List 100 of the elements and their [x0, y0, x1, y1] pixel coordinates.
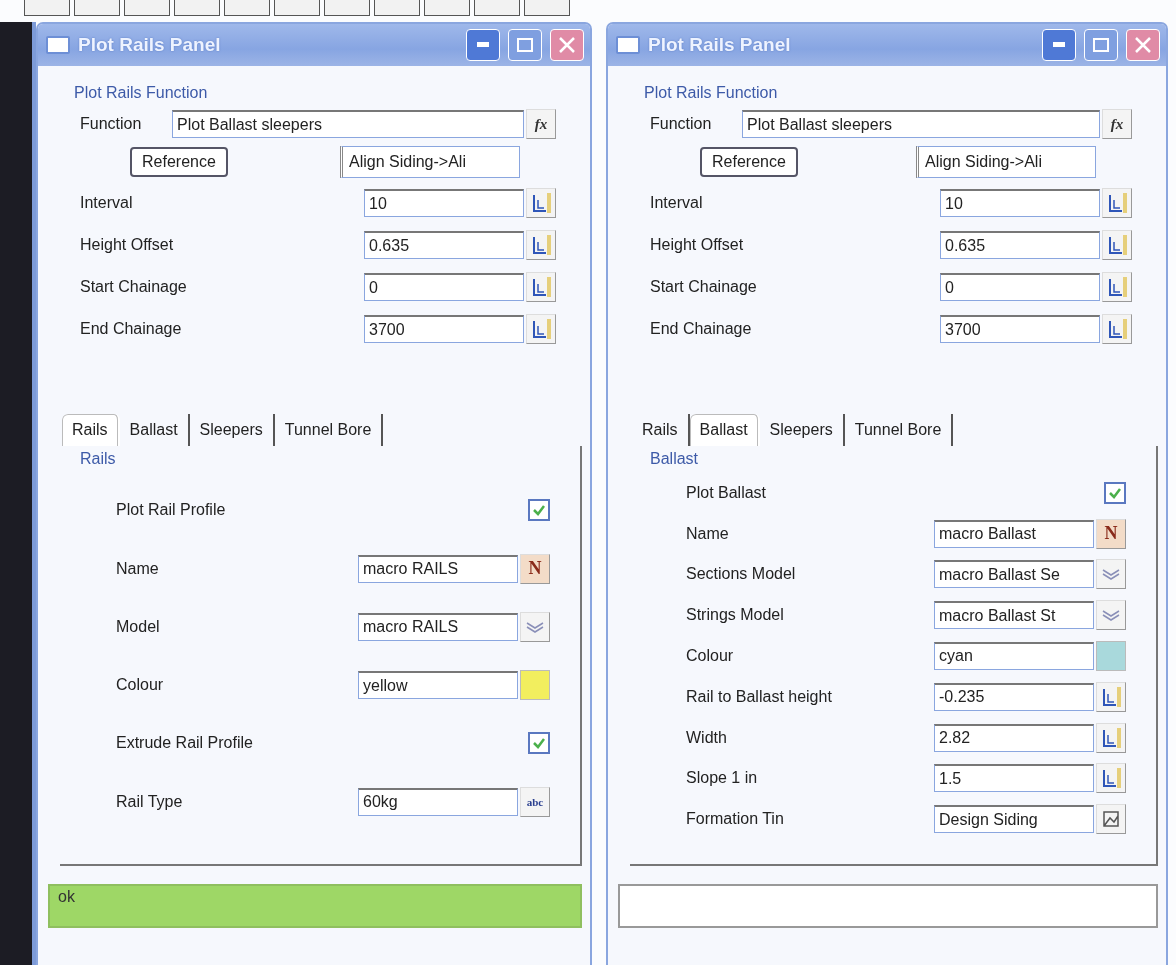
colour-swatch[interactable] — [520, 670, 550, 701]
field-label: Rail to Ballast height — [686, 687, 833, 706]
toolbar-button[interactable] — [24, 0, 70, 16]
field-label: Model — [116, 617, 161, 636]
input-field[interactable]: 0 — [364, 273, 524, 301]
input-field[interactable]: macro Ballast St — [934, 601, 1094, 630]
window-icon — [46, 36, 70, 54]
input-field[interactable]: 0.635 — [364, 231, 524, 259]
field-label: Interval — [650, 194, 704, 212]
ruler-icon — [1106, 233, 1128, 257]
toolbar-button[interactable] — [74, 0, 120, 16]
name-button[interactable]: N — [520, 553, 550, 584]
reference-field[interactable]: Align Siding->Ali — [916, 146, 1096, 178]
toolbar-button[interactable] — [474, 0, 520, 16]
checkbox[interactable] — [1104, 481, 1126, 504]
toolbar-button[interactable] — [374, 0, 420, 16]
ruler-button[interactable] — [1102, 230, 1132, 260]
close-icon — [1134, 36, 1152, 54]
function-button[interactable]: fx — [1102, 109, 1132, 139]
ruler-button[interactable] — [526, 230, 556, 260]
toolbar-button[interactable] — [224, 0, 270, 16]
ruler-button[interactable] — [526, 314, 556, 344]
function-button[interactable]: fx — [526, 109, 556, 139]
input-field[interactable]: 60kg — [358, 787, 518, 816]
colour-swatch[interactable] — [1096, 641, 1126, 671]
ruler-button[interactable] — [1096, 763, 1126, 794]
name-button[interactable]: N — [1096, 518, 1126, 549]
input-field[interactable]: 3700 — [940, 315, 1100, 343]
ruler-icon — [530, 275, 552, 299]
field-label: Colour — [116, 676, 165, 695]
ruler-button[interactable] — [1102, 314, 1132, 344]
tab[interactable]: Rails — [62, 414, 120, 446]
field-label: End Chainage — [80, 320, 183, 338]
field-label: Rail Type — [116, 792, 184, 811]
input-field[interactable]: 0.635 — [940, 231, 1100, 259]
input-field[interactable]: -0.235 — [934, 682, 1094, 711]
model-button[interactable] — [520, 611, 550, 642]
toolbar-button[interactable] — [524, 0, 570, 16]
ruler-button[interactable] — [526, 188, 556, 218]
tab[interactable]: Sleepers — [759, 414, 845, 446]
input-field[interactable]: 2.82 — [934, 723, 1094, 752]
input-field[interactable]: 10 — [364, 189, 524, 217]
checkbox-label: Plot Ballast — [686, 483, 768, 502]
tab[interactable]: Ballast — [119, 414, 190, 446]
toolbar-button[interactable] — [174, 0, 220, 16]
model-button[interactable] — [1096, 600, 1126, 631]
layers-icon — [1101, 566, 1121, 583]
maximize-button[interactable] — [508, 29, 542, 61]
checkbox-label: Plot Rail Profile — [116, 501, 227, 520]
field-label: Colour — [686, 647, 735, 665]
input-field[interactable]: 1.5 — [934, 764, 1094, 793]
minimize-button[interactable] — [466, 29, 500, 61]
input-field[interactable]: macro Ballast — [934, 519, 1094, 548]
ruler-button[interactable] — [1096, 722, 1126, 753]
reference-button[interactable]: Reference — [700, 147, 798, 177]
input-field[interactable]: 0 — [940, 273, 1100, 301]
tin-button[interactable] — [1096, 804, 1126, 835]
input-field[interactable]: macro RAILS — [358, 554, 518, 583]
tab[interactable]: Tunnel Bore — [274, 414, 384, 446]
check-icon — [1108, 486, 1122, 499]
tab[interactable]: Ballast — [689, 414, 760, 446]
input-field[interactable]: 3700 — [364, 315, 524, 343]
check-icon — [532, 504, 546, 517]
reference-button[interactable]: Reference — [130, 147, 228, 177]
input-field[interactable]: Design Siding — [934, 805, 1094, 834]
field-label: Slope 1 in — [686, 769, 759, 788]
toolbar-button[interactable] — [124, 0, 170, 16]
ruler-button[interactable] — [526, 272, 556, 302]
text-button[interactable]: abc — [520, 786, 550, 817]
toolbar-button[interactable] — [274, 0, 320, 16]
maximize-icon — [1093, 38, 1109, 52]
input-field[interactable]: yellow — [358, 671, 518, 700]
minimize-icon — [477, 42, 489, 48]
input-field[interactable]: 10 — [940, 189, 1100, 217]
checkbox[interactable] — [528, 499, 550, 522]
field-label: Start Chainage — [650, 278, 758, 296]
tab[interactable]: Sleepers — [189, 414, 275, 446]
ruler-button[interactable] — [1096, 681, 1126, 712]
function-field[interactable]: Plot Ballast sleepers — [742, 110, 1100, 138]
toolbar-button[interactable] — [324, 0, 370, 16]
input-field[interactable]: cyan — [934, 642, 1094, 670]
function-field[interactable]: Plot Ballast sleepers — [172, 110, 524, 138]
reference-field[interactable]: Align Siding->Ali — [340, 146, 520, 178]
layers-icon — [1101, 607, 1121, 624]
model-button[interactable] — [1096, 559, 1126, 590]
input-field[interactable]: macro RAILS — [358, 612, 518, 641]
close-icon — [558, 36, 576, 54]
group-heading: Plot Rails Function — [74, 84, 209, 102]
toolbar-button[interactable] — [424, 0, 470, 16]
tab[interactable]: Tunnel Bore — [844, 414, 954, 446]
input-field[interactable]: macro Ballast Se — [934, 560, 1094, 589]
minimize-button[interactable] — [1042, 29, 1076, 61]
ruler-button[interactable] — [1102, 188, 1132, 218]
surface-icon — [1101, 809, 1121, 830]
maximize-button[interactable] — [1084, 29, 1118, 61]
field-label: Width — [686, 728, 728, 747]
field-label: Name — [116, 559, 160, 578]
status-bar: ok — [48, 884, 582, 928]
ruler-button[interactable] — [1102, 272, 1132, 302]
checkbox[interactable] — [528, 732, 550, 755]
